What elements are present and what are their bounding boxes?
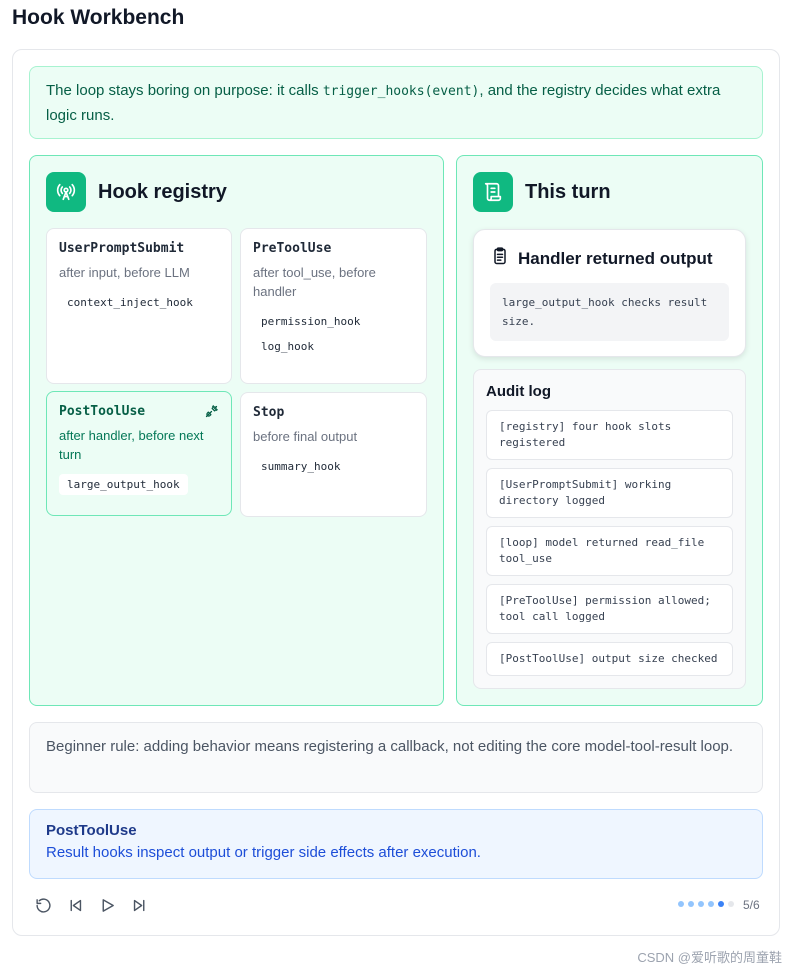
page-title: Hook Workbench xyxy=(12,6,185,29)
audit-log-item: [UserPromptSubmit] working directory log… xyxy=(486,468,733,518)
broadcast-icon xyxy=(46,172,86,212)
hook-chip: summary_hook xyxy=(253,456,349,477)
slot-desc: before final output xyxy=(253,429,358,444)
step-dot[interactable] xyxy=(718,901,724,907)
playback-controls xyxy=(33,895,149,915)
audit-log-item: [PostToolUse] output size checked xyxy=(486,642,733,676)
registry-title: Hook registry xyxy=(98,180,227,203)
reset-icon xyxy=(35,897,51,913)
slot-desc: after handler, before next turn xyxy=(59,428,204,462)
step-counter: 5/6 xyxy=(743,898,760,912)
slot-post-tool-use[interactable]: PostToolUse after handler, before next t… xyxy=(46,391,232,516)
step-title: PostToolUse xyxy=(46,822,137,839)
skip-back-icon xyxy=(70,899,81,911)
audit-log-item: [loop] model returned read_file tool_use xyxy=(486,526,733,576)
step-dot[interactable] xyxy=(678,901,684,907)
slot-pre-tool-use[interactable]: PreToolUse after tool_use, before handle… xyxy=(240,228,427,384)
hook-chip: permission_hook xyxy=(253,311,369,332)
step-progress-dots xyxy=(678,901,734,907)
audit-log-item: [PreToolUse] permission allowed; tool ca… xyxy=(486,584,733,634)
intro-banner: The loop stays boring on purpose: it cal… xyxy=(29,66,763,139)
slot-name: Stop xyxy=(253,405,285,420)
audit-log-item: [registry] four hook slots registered xyxy=(486,410,733,460)
slot-name: PostToolUse xyxy=(59,404,146,419)
handler-output-card: Handler returned output large_output_hoo… xyxy=(473,229,746,357)
skip-forward-button[interactable] xyxy=(129,895,149,915)
hook-chip: log_hook xyxy=(253,336,322,357)
plug-icon xyxy=(204,404,219,424)
reset-button[interactable] xyxy=(33,895,53,915)
step-dot[interactable] xyxy=(688,901,694,907)
turn-title: This turn xyxy=(525,180,611,203)
step-dot[interactable] xyxy=(728,901,734,907)
play-icon xyxy=(102,898,114,912)
scroll-icon xyxy=(473,172,513,212)
step-dot[interactable] xyxy=(708,901,714,907)
clipboard-icon xyxy=(490,246,510,271)
step-dot[interactable] xyxy=(698,901,704,907)
intro-text-before: The loop stays boring on purpose: it cal… xyxy=(46,82,323,99)
beginner-rule: Beginner rule: adding behavior means reg… xyxy=(29,722,763,793)
skip-back-button[interactable] xyxy=(65,895,85,915)
step-desc: Result hooks inspect output or trigger s… xyxy=(46,844,481,861)
slot-stop[interactable]: Stop before final output summary_hook xyxy=(240,392,427,517)
hook-chip: context_inject_hook xyxy=(59,292,201,313)
slot-name: PreToolUse xyxy=(253,241,332,256)
hook-chip: large_output_hook xyxy=(59,474,188,495)
slot-desc: after tool_use, before handler xyxy=(253,265,376,299)
audit-log: Audit log [registry] four hook slots reg… xyxy=(473,369,746,689)
handler-title: Handler returned output xyxy=(518,248,713,268)
play-button[interactable] xyxy=(97,895,117,915)
skip-forward-icon xyxy=(133,899,144,911)
step-description: PostToolUse Result hooks inspect output … xyxy=(29,809,763,879)
watermark: CSDN @爱听歌的周童鞋 xyxy=(637,950,782,965)
slot-user-prompt-submit[interactable]: UserPromptSubmit after input, before LLM… xyxy=(46,228,232,384)
audit-log-title: Audit log xyxy=(486,383,551,400)
slot-name: UserPromptSubmit xyxy=(59,241,185,256)
intro-code: trigger_hooks(event) xyxy=(322,84,480,99)
handler-body: large_output_hook checks result size. xyxy=(490,283,729,341)
slot-desc: after input, before LLM xyxy=(59,265,190,280)
